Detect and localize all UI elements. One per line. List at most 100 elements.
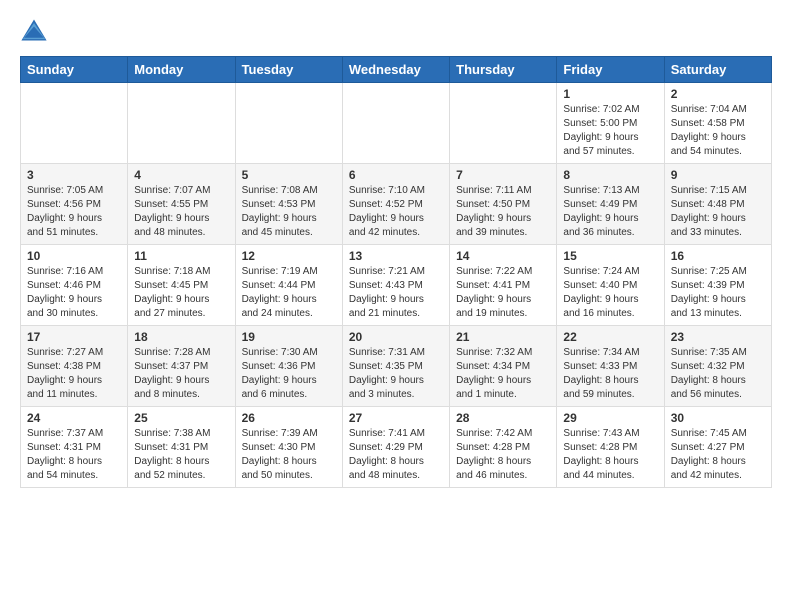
week-row-1: 3Sunrise: 7:05 AM Sunset: 4:56 PM Daylig… [21, 164, 772, 245]
day-cell: 11 Sunrise: 7:18 AM Sunset: 4:45 PM Dayli… [128, 245, 235, 326]
day-info: Sunrise: 7:30 AM Sunset: 4:36 PM Dayligh… [242, 346, 336, 402]
day-info: Sunrise: 7:37 AM Sunset: 4:31 PM Dayligh… [27, 427, 121, 483]
day-cell [21, 83, 128, 164]
day-number: 9 [671, 168, 765, 182]
day-number: 13 [349, 249, 443, 263]
page: SundayMondayTuesdayWednesdayThursdayFrid… [0, 0, 792, 504]
day-cell [450, 83, 557, 164]
day-info: Sunrise: 7:10 AM Sunset: 4:52 PM Dayligh… [349, 184, 443, 240]
day-cell: 30Sunrise: 7:45 AM Sunset: 4:27 PM Dayli… [664, 407, 771, 488]
day-cell: 19 Sunrise: 7:30 AM Sunset: 4:36 PM Dayli… [235, 326, 342, 407]
header-thursday: Thursday [450, 57, 557, 83]
day-number: 1 [563, 87, 657, 101]
day-cell: 16Sunrise: 7:25 AM Sunset: 4:39 PM Dayli… [664, 245, 771, 326]
day-number: 8 [563, 168, 657, 182]
day-info: Sunrise: 7:32 AM Sunset: 4:34 PM Dayligh… [456, 346, 550, 402]
day-cell: 22 Sunrise: 7:34 AM Sunset: 4:33 PM Dayli… [557, 326, 664, 407]
day-info: Sunrise: 7:07 AM Sunset: 4:55 PM Dayligh… [134, 184, 228, 240]
day-info: Sunrise: 7:31 AM Sunset: 4:35 PM Dayligh… [349, 346, 443, 402]
day-cell: 5 Sunrise: 7:08 AM Sunset: 4:53 PM Daylig… [235, 164, 342, 245]
day-cell: 1 Sunrise: 7:02 AM Sunset: 5:00 PM Daylig… [557, 83, 664, 164]
day-number: 25 [134, 411, 228, 425]
header-friday: Friday [557, 57, 664, 83]
day-info: Sunrise: 7:11 AM Sunset: 4:50 PM Dayligh… [456, 184, 550, 240]
day-info: Sunrise: 7:21 AM Sunset: 4:43 PM Dayligh… [349, 265, 443, 321]
header-monday: Monday [128, 57, 235, 83]
header-tuesday: Tuesday [235, 57, 342, 83]
day-info: Sunrise: 7:38 AM Sunset: 4:31 PM Dayligh… [134, 427, 228, 483]
header [20, 16, 772, 44]
day-info: Sunrise: 7:35 AM Sunset: 4:32 PM Dayligh… [671, 346, 765, 402]
day-cell: 15 Sunrise: 7:24 AM Sunset: 4:40 PM Dayli… [557, 245, 664, 326]
day-number: 4 [134, 168, 228, 182]
day-info: Sunrise: 7:18 AM Sunset: 4:45 PM Dayligh… [134, 265, 228, 321]
week-row-2: 10Sunrise: 7:16 AM Sunset: 4:46 PM Dayli… [21, 245, 772, 326]
day-info: Sunrise: 7:22 AM Sunset: 4:41 PM Dayligh… [456, 265, 550, 321]
day-number: 21 [456, 330, 550, 344]
day-info: Sunrise: 7:05 AM Sunset: 4:56 PM Dayligh… [27, 184, 121, 240]
day-cell: 6 Sunrise: 7:10 AM Sunset: 4:52 PM Daylig… [342, 164, 449, 245]
day-info: Sunrise: 7:25 AM Sunset: 4:39 PM Dayligh… [671, 265, 765, 321]
day-info: Sunrise: 7:24 AM Sunset: 4:40 PM Dayligh… [563, 265, 657, 321]
day-cell: 4 Sunrise: 7:07 AM Sunset: 4:55 PM Daylig… [128, 164, 235, 245]
day-number: 17 [27, 330, 121, 344]
day-cell: 26 Sunrise: 7:39 AM Sunset: 4:30 PM Dayli… [235, 407, 342, 488]
day-info: Sunrise: 7:08 AM Sunset: 4:53 PM Dayligh… [242, 184, 336, 240]
day-cell: 25 Sunrise: 7:38 AM Sunset: 4:31 PM Dayli… [128, 407, 235, 488]
day-number: 28 [456, 411, 550, 425]
day-number: 24 [27, 411, 121, 425]
day-cell: 8 Sunrise: 7:13 AM Sunset: 4:49 PM Daylig… [557, 164, 664, 245]
day-cell: 21 Sunrise: 7:32 AM Sunset: 4:34 PM Dayli… [450, 326, 557, 407]
day-cell: 27 Sunrise: 7:41 AM Sunset: 4:29 PM Dayli… [342, 407, 449, 488]
day-cell: 7Sunrise: 7:11 AM Sunset: 4:50 PM Daylig… [450, 164, 557, 245]
header-row: SundayMondayTuesdayWednesdayThursdayFrid… [21, 57, 772, 83]
logo [20, 16, 52, 44]
day-info: Sunrise: 7:28 AM Sunset: 4:37 PM Dayligh… [134, 346, 228, 402]
day-info: Sunrise: 7:34 AM Sunset: 4:33 PM Dayligh… [563, 346, 657, 402]
day-number: 11 [134, 249, 228, 263]
day-number: 6 [349, 168, 443, 182]
day-info: Sunrise: 7:02 AM Sunset: 5:00 PM Dayligh… [563, 103, 657, 159]
day-info: Sunrise: 7:41 AM Sunset: 4:29 PM Dayligh… [349, 427, 443, 483]
day-number: 2 [671, 87, 765, 101]
day-number: 30 [671, 411, 765, 425]
logo-icon [20, 16, 48, 44]
week-row-0: 1 Sunrise: 7:02 AM Sunset: 5:00 PM Daylig… [21, 83, 772, 164]
day-number: 23 [671, 330, 765, 344]
day-cell: 14 Sunrise: 7:22 AM Sunset: 4:41 PM Dayli… [450, 245, 557, 326]
day-cell [235, 83, 342, 164]
header-wednesday: Wednesday [342, 57, 449, 83]
day-cell: 29Sunrise: 7:43 AM Sunset: 4:28 PM Dayli… [557, 407, 664, 488]
day-number: 5 [242, 168, 336, 182]
day-info: Sunrise: 7:42 AM Sunset: 4:28 PM Dayligh… [456, 427, 550, 483]
day-cell: 18 Sunrise: 7:28 AM Sunset: 4:37 PM Dayli… [128, 326, 235, 407]
day-info: Sunrise: 7:19 AM Sunset: 4:44 PM Dayligh… [242, 265, 336, 321]
day-info: Sunrise: 7:39 AM Sunset: 4:30 PM Dayligh… [242, 427, 336, 483]
day-info: Sunrise: 7:04 AM Sunset: 4:58 PM Dayligh… [671, 103, 765, 159]
day-number: 26 [242, 411, 336, 425]
day-cell: 20Sunrise: 7:31 AM Sunset: 4:35 PM Dayli… [342, 326, 449, 407]
day-info: Sunrise: 7:15 AM Sunset: 4:48 PM Dayligh… [671, 184, 765, 240]
day-cell: 10Sunrise: 7:16 AM Sunset: 4:46 PM Dayli… [21, 245, 128, 326]
day-info: Sunrise: 7:13 AM Sunset: 4:49 PM Dayligh… [563, 184, 657, 240]
day-number: 18 [134, 330, 228, 344]
day-number: 15 [563, 249, 657, 263]
day-info: Sunrise: 7:16 AM Sunset: 4:46 PM Dayligh… [27, 265, 121, 321]
day-number: 12 [242, 249, 336, 263]
header-sunday: Sunday [21, 57, 128, 83]
week-row-3: 17Sunrise: 7:27 AM Sunset: 4:38 PM Dayli… [21, 326, 772, 407]
day-cell: 24 Sunrise: 7:37 AM Sunset: 4:31 PM Dayli… [21, 407, 128, 488]
day-cell: 28 Sunrise: 7:42 AM Sunset: 4:28 PM Dayli… [450, 407, 557, 488]
calendar-table: SundayMondayTuesdayWednesdayThursdayFrid… [20, 56, 772, 488]
day-number: 19 [242, 330, 336, 344]
day-cell: 2 Sunrise: 7:04 AM Sunset: 4:58 PM Daylig… [664, 83, 771, 164]
day-cell: 9 Sunrise: 7:15 AM Sunset: 4:48 PM Daylig… [664, 164, 771, 245]
day-number: 27 [349, 411, 443, 425]
day-cell: 3Sunrise: 7:05 AM Sunset: 4:56 PM Daylig… [21, 164, 128, 245]
day-number: 29 [563, 411, 657, 425]
day-number: 22 [563, 330, 657, 344]
day-cell: 17Sunrise: 7:27 AM Sunset: 4:38 PM Dayli… [21, 326, 128, 407]
day-cell: 23 Sunrise: 7:35 AM Sunset: 4:32 PM Dayli… [664, 326, 771, 407]
day-number: 14 [456, 249, 550, 263]
day-cell [128, 83, 235, 164]
